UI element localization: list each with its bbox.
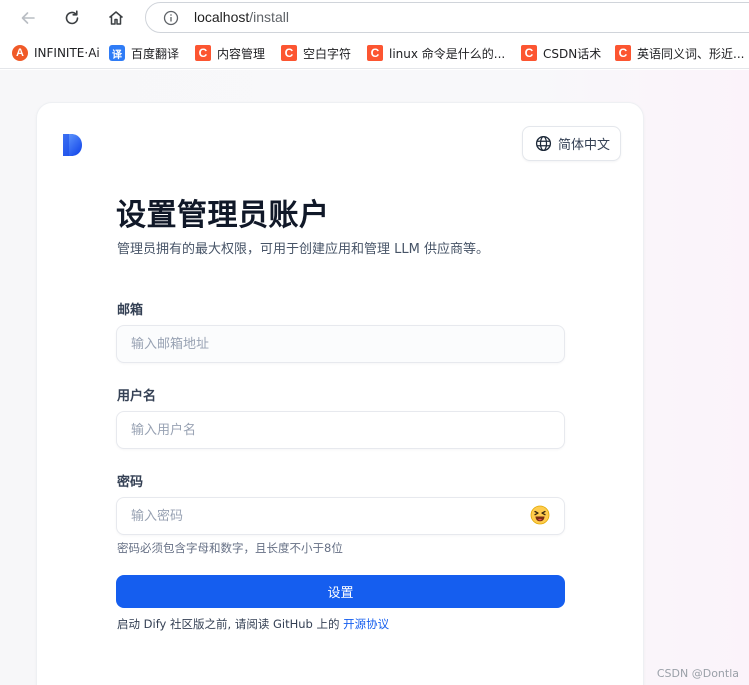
csdn-icon: C [281, 45, 297, 61]
install-card: 简体中文 设置管理员账户 管理员拥有的最大权限，可用于创建应用和管理 LLM 供… [36, 102, 644, 685]
bookmark-label: 英语同义词、形近... [637, 46, 745, 61]
reload-button[interactable] [58, 4, 86, 32]
open-source-license-link[interactable]: 开源协议 [343, 617, 389, 631]
infinite-ai-logo-icon: A [12, 45, 28, 61]
bookmark-linux-command[interactable]: C linux 命令是什么的... [367, 44, 505, 62]
url-host: localhost [194, 9, 250, 25]
watermark: CSDN @Dontla [656, 667, 739, 680]
home-button[interactable] [102, 4, 130, 32]
bookmark-blank-char[interactable]: C 空白字符 [281, 44, 351, 62]
csdn-icon: C [615, 45, 631, 61]
csdn-icon: C [521, 45, 537, 61]
csdn-icon: C [367, 45, 383, 61]
bookmark-baidu-translate[interactable]: 译 百度翻译 [109, 44, 179, 62]
password-hint: 密码必须包含字母和数字，且长度不小于8位 [117, 541, 343, 555]
url-text[interactable]: localhost/install [194, 9, 289, 25]
info-icon[interactable] [163, 10, 179, 26]
password-visibility-toggle[interactable] [529, 504, 551, 526]
globe-icon [535, 135, 552, 152]
back-button[interactable] [14, 4, 42, 32]
csdn-icon: C [195, 45, 211, 61]
email-label: 邮箱 [117, 303, 144, 318]
bookmark-label: CSDN话术 [543, 46, 602, 61]
page-subtitle: 管理员拥有的最大权限，可用于创建应用和管理 LLM 供应商等。 [117, 242, 489, 257]
reload-icon [65, 10, 79, 25]
license-text: 启动 Dify 社区版之前, 请阅读 GitHub 上的 [117, 617, 344, 631]
emoji-face-icon [530, 505, 550, 525]
setup-button[interactable]: 设置 [116, 575, 565, 608]
arrow-left-icon [21, 12, 35, 24]
url-path: /install [249, 9, 289, 25]
baidu-translate-icon: 译 [109, 45, 125, 61]
username-input[interactable] [116, 411, 565, 449]
username-label: 用户名 [117, 389, 157, 404]
bookmarks-bar: A INFINITE·Ai 译 百度翻译 C 内容管理 C 空白字符 C lin… [0, 37, 749, 69]
bookmark-label: 百度翻译 [131, 46, 180, 61]
bookmark-infinite-ai[interactable]: A INFINITE·Ai [12, 44, 100, 62]
bookmark-label: linux 命令是什么的... [389, 46, 506, 61]
bookmark-content-management[interactable]: C 内容管理 [195, 44, 265, 62]
home-icon [109, 11, 123, 25]
page-title: 设置管理员账户 [116, 198, 330, 233]
browser-toolbar: localhost/install [0, 0, 749, 36]
language-label: 简体中文 [558, 138, 611, 153]
page-background: 简体中文 设置管理员账户 管理员拥有的最大权限，可用于创建应用和管理 LLM 供… [0, 70, 749, 685]
password-label: 密码 [117, 475, 144, 490]
address-bar[interactable]: localhost/install [145, 2, 749, 33]
bookmark-label: 空白字符 [303, 46, 352, 61]
bookmark-english-synonyms[interactable]: C 英语同义词、形近... [615, 44, 744, 62]
bookmark-label: INFINITE·Ai [34, 46, 100, 60]
language-selector[interactable]: 简体中文 [522, 126, 621, 161]
bookmark-csdn-script[interactable]: C CSDN话术 [521, 44, 601, 62]
dify-logo-icon [63, 134, 82, 156]
email-input[interactable] [116, 325, 565, 363]
bookmark-label: 内容管理 [217, 46, 266, 61]
license-notice: 启动 Dify 社区版之前, 请阅读 GitHub 上的 开源协议 [117, 616, 389, 632]
password-input[interactable] [116, 497, 565, 535]
